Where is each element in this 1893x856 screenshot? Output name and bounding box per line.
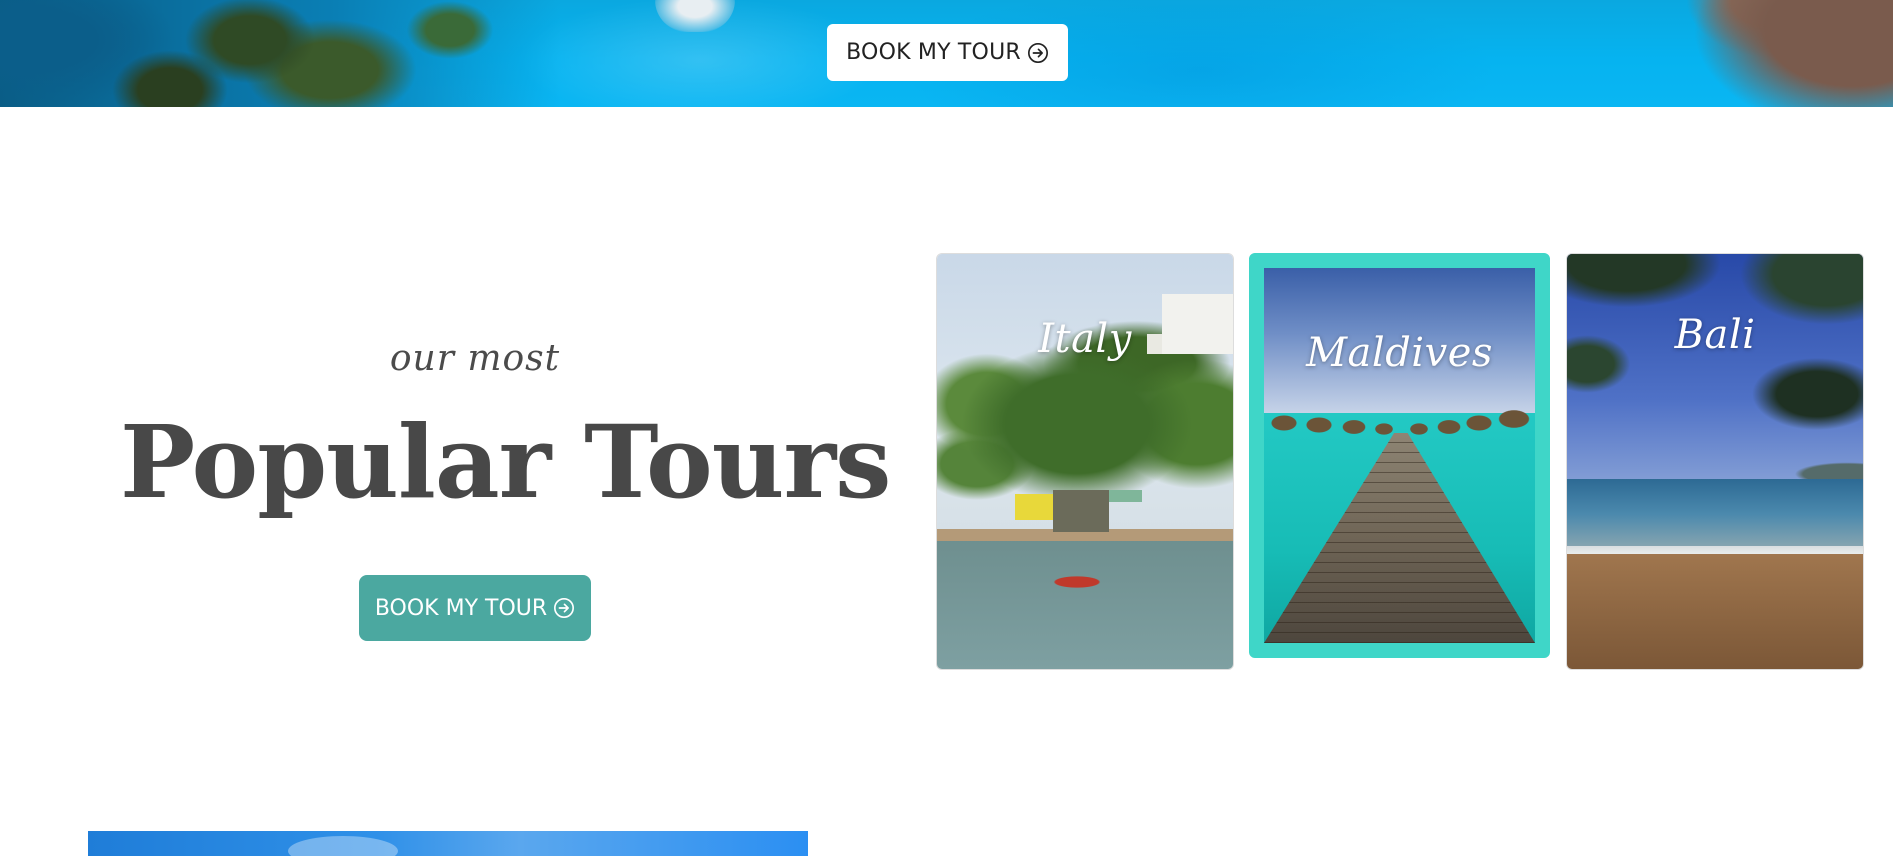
hero-rock-image [1593, 0, 1893, 107]
tour-card-label: Bali [1674, 312, 1756, 358]
tour-card-maldives[interactable]: Maldives [1249, 253, 1550, 658]
tour-card-italy[interactable]: Italy [936, 253, 1234, 670]
intro-book-tour-button[interactable]: BOOK MY TOUR [359, 575, 591, 641]
hero-tree-image [0, 0, 560, 107]
hero-book-tour-button[interactable]: BOOK MY TOUR [827, 24, 1068, 81]
tour-card-label: Maldives [1306, 330, 1493, 376]
arrow-circle-right-icon [554, 598, 575, 618]
section-title: Popular Tours [120, 403, 891, 521]
hero-book-tour-label: BOOK MY TOUR [846, 40, 1021, 65]
next-section-image [88, 831, 808, 856]
tour-card-label: Italy [1038, 316, 1132, 362]
arrow-circle-right-icon [1027, 42, 1048, 63]
intro-book-tour-label: BOOK MY TOUR [374, 595, 548, 621]
section-eyebrow: our most [389, 338, 561, 379]
tour-card-bali[interactable]: Bali [1566, 253, 1864, 670]
hero-banner: BOOK MY TOUR [0, 0, 1893, 107]
